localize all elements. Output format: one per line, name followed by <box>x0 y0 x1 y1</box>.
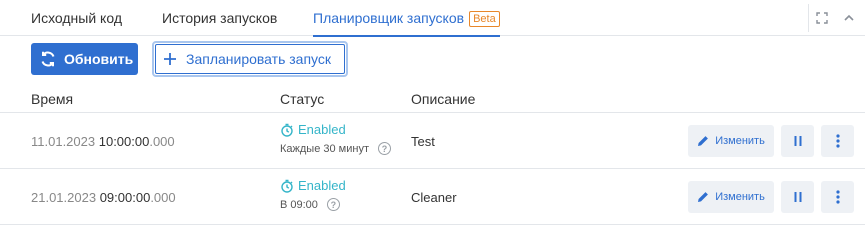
schedule-run-button[interactable]: Запланировать запуск <box>152 41 348 77</box>
header-divider <box>0 112 865 113</box>
row-ms: .000 <box>149 134 175 149</box>
row-ms: .000 <box>150 190 176 205</box>
more-vertical-icon <box>835 134 840 148</box>
row-description: Test <box>411 134 435 149</box>
row-time: 21.01.2023 09:00:00.000 <box>31 190 176 205</box>
more-vertical-icon <box>835 190 840 204</box>
tab-bar: Исходный код История запусков Планировщи… <box>0 0 865 37</box>
schedule-label: В 09:00 <box>280 198 318 211</box>
schedule-run-label: Запланировать запуск <box>186 51 332 67</box>
refresh-icon <box>39 50 57 68</box>
expand-icon[interactable] <box>814 10 830 26</box>
tab-divider <box>808 4 809 32</box>
tab-run-scheduler[interactable]: Планировщик запусков Beta <box>313 0 500 37</box>
pause-button[interactable] <box>781 125 814 157</box>
more-button[interactable] <box>821 181 854 213</box>
edit-button[interactable]: Изменить <box>688 181 774 213</box>
row-clock: 09:00:00 <box>99 190 151 205</box>
help-circle-icon[interactable]: ? <box>378 142 391 155</box>
schedule-text: Каждые 30 минут ? <box>280 142 391 155</box>
row-divider <box>0 168 865 169</box>
beta-badge: Beta <box>469 11 500 27</box>
pencil-icon <box>697 191 709 203</box>
status-badge: Enabled <box>280 122 346 137</box>
refresh-label: Обновить <box>64 51 134 67</box>
more-button[interactable] <box>821 125 854 157</box>
column-header-status: Статус <box>280 91 325 107</box>
timer-icon <box>280 179 294 193</box>
column-header-description: Описание <box>411 91 476 107</box>
schedule-label: Каждые 30 минут <box>280 142 369 155</box>
row-date: 21.01.2023 <box>31 190 97 205</box>
timer-icon <box>280 123 294 137</box>
row-time: 11.01.2023 10:00:00.000 <box>31 134 175 149</box>
plus-icon <box>162 51 178 67</box>
edit-button[interactable]: Изменить <box>688 125 774 157</box>
edit-label: Изменить <box>715 191 765 203</box>
edit-label: Изменить <box>715 135 765 147</box>
status-badge: Enabled <box>280 178 346 193</box>
schedule-text: В 09:00 ? <box>280 198 340 211</box>
column-header-time: Время <box>31 91 74 107</box>
pencil-icon <box>697 135 709 147</box>
row-clock: 10:00:00 <box>98 134 150 149</box>
tab-label: Планировщик запусков <box>313 10 465 26</box>
tab-label: История запусков <box>162 10 278 26</box>
chevron-up-icon[interactable] <box>841 10 857 26</box>
help-circle-icon[interactable]: ? <box>326 198 340 211</box>
row-date: 11.01.2023 <box>31 134 96 149</box>
status-text: Enabled <box>298 122 346 137</box>
refresh-button[interactable]: Обновить <box>31 43 138 75</box>
tab-run-history[interactable]: История запусков <box>162 0 277 36</box>
status-text: Enabled <box>298 178 346 193</box>
pause-button[interactable] <box>781 181 814 213</box>
row-description: Cleaner <box>411 190 457 205</box>
pause-icon <box>794 192 802 202</box>
tab-source-code[interactable]: Исходный код <box>31 0 122 36</box>
pause-icon <box>794 136 802 146</box>
row-divider <box>0 224 865 225</box>
tab-label: Исходный код <box>31 10 122 26</box>
